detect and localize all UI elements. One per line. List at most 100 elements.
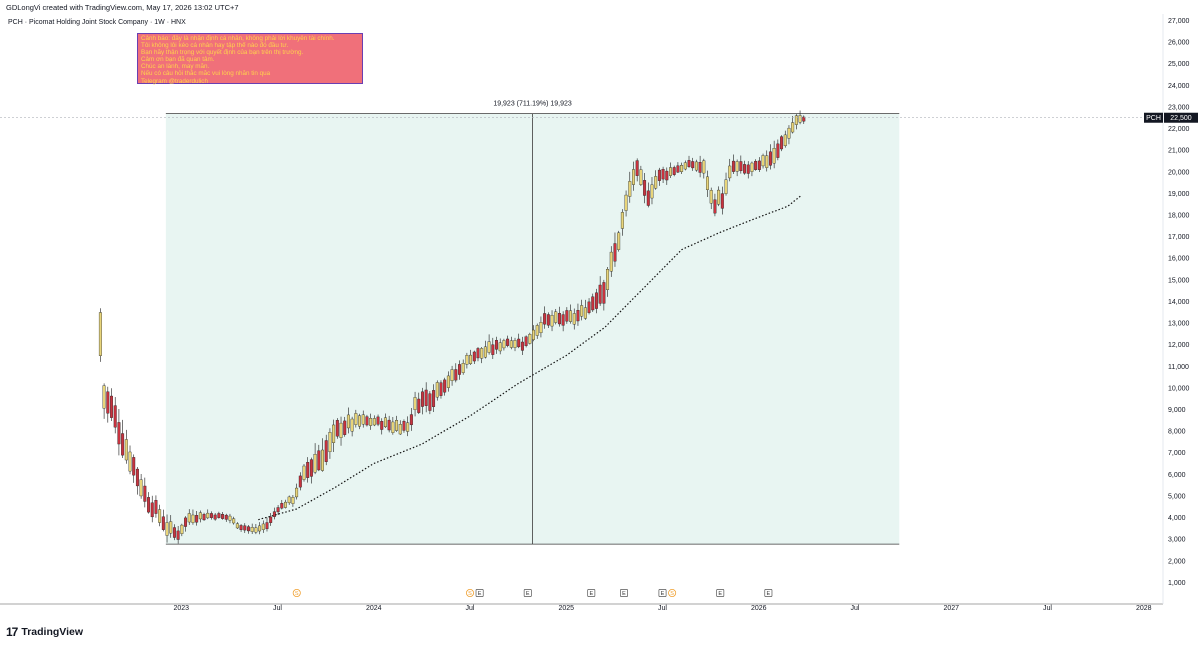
candle-down <box>269 516 273 523</box>
candle-down <box>443 379 447 393</box>
candle-up <box>532 329 535 340</box>
candle-up <box>487 341 491 353</box>
candle-down <box>643 180 647 196</box>
candle-down <box>661 169 665 180</box>
x-tick-label: Jul <box>851 605 860 612</box>
candle-down <box>324 440 328 462</box>
candle-up <box>287 496 291 504</box>
candle-down <box>561 314 565 326</box>
y-tick-label: 12,000 <box>1168 342 1190 349</box>
candle-up <box>406 422 410 432</box>
candle-down <box>506 338 510 346</box>
candle-down <box>543 313 547 325</box>
price-chart[interactable]: 19,923 (711.19%) 19,923 1,000 2,000 3,000 4,… <box>0 14 1199 614</box>
candle-down <box>743 164 747 174</box>
candle-down <box>657 169 661 181</box>
y-tick-label: 8,000 <box>1168 429 1186 436</box>
candle-down <box>221 514 225 519</box>
candle-up <box>628 181 632 197</box>
candle-up <box>232 518 236 524</box>
candle-up <box>139 479 143 497</box>
candle-up <box>483 346 487 358</box>
y-tick-label: 18,000 <box>1168 212 1190 219</box>
candle-down <box>646 190 650 206</box>
candle-down <box>720 193 724 209</box>
candle-up <box>794 115 798 125</box>
candle-up <box>765 155 769 168</box>
candle-down <box>565 310 569 322</box>
candle-up <box>128 451 132 472</box>
candle-up <box>102 385 106 409</box>
candle-down <box>776 143 780 158</box>
x-tick-label: 2023 <box>173 605 189 612</box>
candle-down <box>247 526 250 532</box>
candle-down <box>613 243 617 262</box>
candle-up <box>361 414 365 425</box>
candle-up <box>321 449 324 471</box>
candle-down <box>428 393 432 411</box>
candle-up <box>580 305 584 317</box>
price-tag-value: 22,500 <box>1170 115 1192 122</box>
candle-up <box>284 501 287 508</box>
earnings-event-label: E <box>589 591 593 597</box>
y-tick-label: 2,000 <box>1168 558 1186 565</box>
candle-down <box>309 459 313 477</box>
candle-up <box>395 420 399 431</box>
candle-up <box>772 148 776 164</box>
candle-up <box>654 176 658 189</box>
note-line: Nếu có câu hỏi thắc mắc vui lòng nhắn ti… <box>141 70 271 78</box>
candle-down <box>520 341 524 351</box>
y-tick-label: 25,000 <box>1168 61 1190 68</box>
candle-up <box>761 155 765 167</box>
y-tick-label: 11,000 <box>1168 364 1189 371</box>
candle-down <box>665 170 669 181</box>
x-tick-label: 2028 <box>1136 605 1152 612</box>
y-tick-label: 7,000 <box>1168 450 1186 457</box>
candle-down <box>380 421 384 430</box>
candle-down <box>209 513 213 518</box>
candle-down <box>420 391 424 407</box>
candle-up <box>461 363 465 373</box>
candle-up <box>606 269 610 290</box>
candle-up <box>372 418 376 426</box>
candle-down <box>143 485 147 502</box>
candle-down <box>491 344 495 355</box>
candle-up <box>609 251 613 272</box>
candle-down <box>106 391 110 414</box>
candle-down <box>591 296 595 311</box>
y-tick-label: 21,000 <box>1168 148 1190 155</box>
candle-down <box>172 527 176 538</box>
candle-up <box>398 424 402 435</box>
candle-down <box>424 389 428 406</box>
chart-area[interactable]: 19,923 (711.19%) 19,923 1,000 2,000 3,000 4,… <box>0 14 1199 612</box>
candle-up <box>261 523 265 530</box>
candle-down <box>676 165 680 173</box>
candle-down <box>113 405 117 428</box>
candle-down <box>576 310 580 322</box>
candle-up <box>450 369 454 381</box>
candle-up <box>358 415 362 427</box>
candle-down <box>672 167 676 175</box>
candle-up <box>228 515 232 521</box>
candle-down <box>495 340 498 350</box>
warning-note[interactable]: Cảnh báo: đây là nhận định cá nhân, khôn… <box>137 33 363 85</box>
earnings-event-label: E <box>767 591 771 597</box>
candle-up <box>750 162 754 172</box>
candle-down <box>202 514 206 521</box>
candle-up <box>291 496 295 504</box>
tradingview-logo[interactable]: 17 TradingView <box>6 625 83 639</box>
candle-up <box>569 310 573 322</box>
tradingview-logo-text: TradingView <box>21 626 84 638</box>
candle-up <box>354 413 358 425</box>
candle-down <box>417 398 421 413</box>
candle-up <box>791 122 795 133</box>
y-tick-label: 20,000 <box>1168 169 1190 176</box>
candle-up <box>787 127 791 139</box>
y-tick-label: 15,000 <box>1168 277 1190 284</box>
candle-down <box>602 282 606 304</box>
earnings-event-label: E <box>718 591 722 597</box>
candle-up <box>158 509 162 523</box>
y-tick-label: 17,000 <box>1168 234 1190 241</box>
candle-down <box>524 336 528 346</box>
x-tick-label: Jul <box>466 605 475 612</box>
